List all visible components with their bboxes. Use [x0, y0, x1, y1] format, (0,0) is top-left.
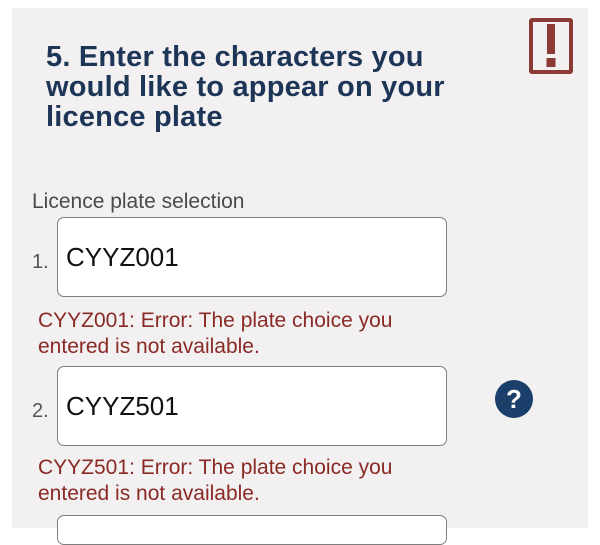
plate-choice-input-1[interactable]: [57, 217, 447, 297]
plate-choice-input-3[interactable]: [57, 515, 447, 545]
plate-choice-number-1: 1.: [32, 251, 49, 273]
plate-choice-error-1: CYYZ001: Error: The plate choice you ent…: [38, 309, 393, 358]
plate-choice-input-2[interactable]: [57, 366, 447, 446]
plate-selection-label: Licence plate selection: [32, 190, 245, 213]
plate-form-panel: 5. Enter the characters you would like t…: [12, 8, 588, 545]
section-title: 5. Enter the characters you would like t…: [46, 41, 445, 133]
plate-choice-number-2: 2.: [32, 400, 49, 422]
alert-icon[interactable]: [529, 18, 573, 74]
help-button[interactable]: ?: [495, 380, 533, 418]
plate-choice-error-2: CYYZ501: Error: The plate choice you ent…: [38, 456, 393, 505]
